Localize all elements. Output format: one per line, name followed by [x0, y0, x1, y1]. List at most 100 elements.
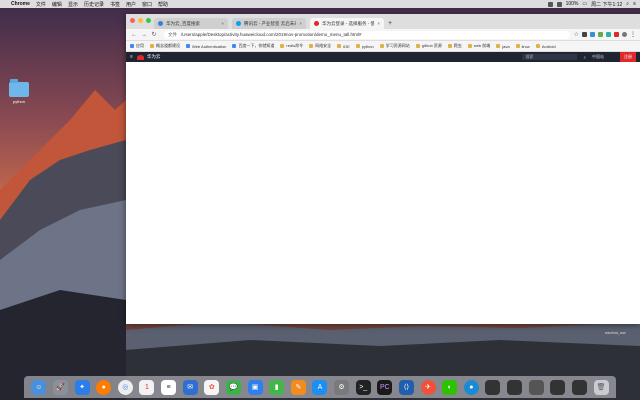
firefox-icon[interactable]: ● — [96, 379, 112, 395]
menubar-item-help[interactable]: 帮助 — [158, 1, 168, 8]
spotlight-icon[interactable]: ⌕ — [626, 1, 629, 7]
bookmark-item[interactable]: linux — [515, 44, 530, 49]
photos-icon[interactable]: ✿ — [204, 379, 220, 395]
hamburger-menu-icon[interactable]: ≡ — [130, 54, 133, 60]
vscode-icon[interactable]: ⟨⟩ — [398, 379, 414, 395]
terminal-icon[interactable]: >_ — [355, 379, 371, 395]
menubar-item-view[interactable]: 显示 — [68, 1, 78, 8]
pages-icon[interactable]: ✎ — [290, 379, 306, 395]
minimized-window-thumbnail[interactable] — [571, 379, 587, 395]
calendar-icon[interactable]: 1 — [139, 379, 155, 395]
forward-arrow-icon[interactable]: → — [140, 32, 148, 38]
reload-icon[interactable]: ↻ — [150, 31, 158, 38]
site-search-input[interactable]: 搜索 — [522, 54, 578, 60]
bookmark-item[interactable]: 百度一下，你就知道 — [232, 43, 274, 49]
app-store-icon[interactable]: A — [312, 379, 328, 395]
huawei-logo-icon — [314, 21, 319, 26]
menu-kebab-icon[interactable]: ⋮ — [630, 31, 636, 38]
bookmark-label: python — [361, 43, 374, 49]
security-indicator[interactable]: 文件 — [168, 32, 177, 38]
chrome-icon[interactable]: ◎ — [117, 379, 133, 395]
minimized-window-thumbnail[interactable] — [528, 379, 544, 395]
bookmark-item[interactable]: java — [496, 44, 510, 49]
wifi-icon[interactable] — [556, 1, 562, 7]
safari-icon[interactable]: ✦ — [74, 379, 90, 395]
folder-icon — [355, 44, 360, 48]
bookmark-item[interactable]: Android — [535, 43, 556, 49]
desktop-folder[interactable]: python — [8, 79, 30, 104]
register-button[interactable]: 注册 — [620, 52, 636, 62]
bookmark-label: Android — [541, 43, 556, 49]
menubar-item-window[interactable]: 窗口 — [142, 1, 152, 8]
close-window-button[interactable] — [130, 18, 135, 23]
bookmark-item[interactable]: IDE — [337, 44, 350, 49]
bookmark-item[interactable]: python — [355, 43, 374, 49]
keynote-icon[interactable]: ▣ — [247, 379, 263, 395]
status-icon[interactable] — [547, 1, 553, 7]
clock[interactable]: 周二 下午1:12 — [591, 1, 622, 8]
system-preferences-icon[interactable]: ⚙ — [334, 379, 350, 395]
menubar-item-edit[interactable]: 编辑 — [52, 1, 62, 8]
bookmark-item[interactable]: redis命令 — [280, 43, 303, 49]
menubar-item-file[interactable]: 文件 — [36, 1, 46, 8]
menubar-item-bookmarks[interactable]: 书签 — [110, 1, 120, 8]
wechat-icon[interactable]: ◐ — [442, 379, 458, 395]
folder-icon — [150, 44, 154, 48]
battery-icon[interactable]: ▭ — [582, 1, 587, 7]
browser-icon[interactable]: ● — [463, 379, 479, 395]
tab-baidu[interactable]: 华为云_百度搜索 × — [154, 18, 228, 29]
extension-icon[interactable] — [590, 32, 595, 37]
numbers-icon[interactable]: ▮ — [269, 379, 285, 395]
menubar-app-name[interactable]: Chrome — [11, 1, 30, 7]
bookmark-item[interactable]: Web Authentication — [186, 44, 226, 49]
menubar-item-people[interactable]: 用户 — [126, 1, 136, 8]
minimized-window-thumbnail[interactable] — [507, 379, 523, 395]
menubar-item-history[interactable]: 历史记录 — [84, 1, 104, 8]
bookmark-item[interactable]: web 前端 — [467, 43, 490, 49]
huawei-logo-icon[interactable] — [136, 54, 144, 60]
folder-icon — [9, 79, 29, 97]
new-tab-button[interactable]: + — [388, 18, 392, 29]
minimized-window-thumbnail[interactable] — [485, 379, 501, 395]
bookmark-item[interactable]: 网络安全 — [309, 43, 331, 49]
close-icon[interactable]: × — [299, 21, 302, 26]
minimized-window-thumbnail[interactable] — [550, 379, 566, 395]
desktop-file-label: wechat_ww — [605, 330, 626, 335]
swift-icon[interactable]: ✈ — [420, 379, 436, 395]
close-icon[interactable]: × — [221, 21, 224, 26]
extension-icon[interactable] — [598, 32, 603, 37]
trash-icon[interactable]: 🗑 — [593, 379, 609, 395]
brand-name[interactable]: 华为云 — [147, 54, 161, 60]
extension-icon[interactable] — [582, 32, 587, 37]
zoom-window-button[interactable] — [146, 18, 151, 23]
browser-toolbar: ← → ↻ 文件 /Users/apple/Desktop/activity.h… — [126, 29, 640, 41]
search-icon[interactable]: ⌕ — [583, 55, 586, 60]
messages-icon[interactable]: 💬 — [225, 379, 241, 395]
star-icon[interactable]: ☆ — [574, 31, 579, 38]
notification-center-icon[interactable]: ≡ — [633, 1, 636, 7]
extension-icon[interactable] — [614, 32, 619, 37]
tab-huawei-cloud[interactable]: 华为云登录 - 选择服务 - 使用 × — [310, 18, 384, 29]
battery-percent[interactable]: 100% — [566, 1, 579, 7]
minimize-window-button[interactable] — [138, 18, 143, 23]
finder-icon[interactable]: ☺ — [31, 379, 47, 395]
region-selector[interactable]: 中国站 — [592, 54, 604, 60]
notes-icon[interactable]: ≡ — [161, 379, 177, 395]
mail-icon[interactable]: ✉ — [182, 379, 198, 395]
bookmark-item[interactable]: 爬虫 — [447, 43, 462, 49]
close-icon[interactable]: × — [377, 21, 380, 26]
folder-icon — [447, 44, 452, 48]
launchpad-icon[interactable]: 🚀 — [52, 379, 68, 395]
back-arrow-icon[interactable]: ← — [130, 32, 138, 38]
address-bar[interactable]: 文件 /Users/apple/Desktop/activity.huaweic… — [164, 30, 570, 39]
bookmark-apps[interactable]: 应用 — [130, 43, 144, 49]
extension-icon[interactable] — [606, 32, 611, 37]
bookmark-item[interactable]: 概念道都建设 — [150, 43, 180, 49]
tab-tencent-cloud[interactable]: 腾讯云 - 产业智变 云启未来 × — [232, 18, 306, 29]
pycharm-icon[interactable]: PC — [377, 379, 393, 395]
profile-avatar-icon[interactable] — [622, 32, 627, 37]
bookmark-label: 应用 — [136, 43, 144, 48]
bookmark-item[interactable]: 学习资源网站 — [379, 43, 410, 49]
bookmark-label: 学习资源网站 — [385, 43, 410, 48]
bookmark-item[interactable]: github 资源 — [415, 43, 442, 49]
